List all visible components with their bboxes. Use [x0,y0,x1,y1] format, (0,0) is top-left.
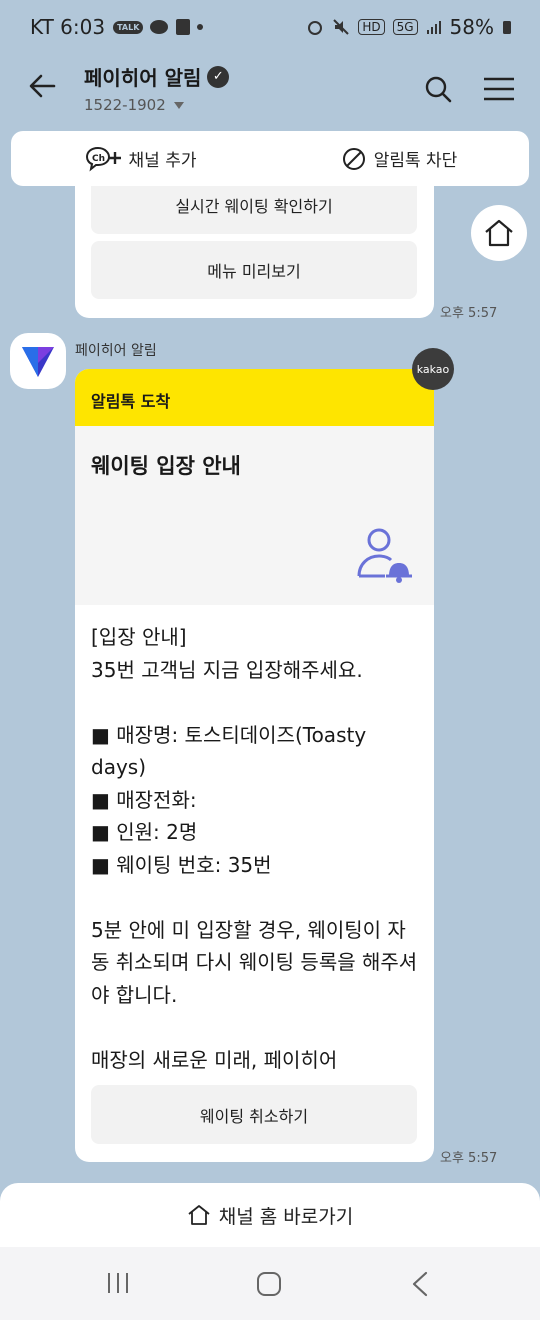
block-alimtalk-label: 알림톡 차단 [373,151,458,171]
channel-add-icon: Ch [85,146,121,171]
recent-apps-icon[interactable] [106,1271,130,1295]
status-left: KT 6:03 TALK [30,15,204,39]
battery-icon [503,21,511,34]
home-floating-button[interactable] [471,205,527,261]
add-channel-label: 채널 추가 [128,151,197,171]
sender-avatar[interactable] [10,333,66,389]
alarm-icon [308,21,323,35]
hd-icon: HD [358,19,385,35]
alimtalk-message-card: 알림톡 도착 웨이팅 입장 안내 [입장 안내] 35번 고객님 지금 입장해주… [75,369,434,1162]
kakao-badge: kakao [412,348,454,390]
channel-action-bar: Ch 채널 추가 알림톡 차단 [11,131,529,186]
b-notification-icon [176,19,191,35]
back-button[interactable] [28,72,56,104]
home-icon [485,219,513,247]
signal-icon [426,21,441,34]
channel-home-label: 채널 홈 바로가기 [218,1205,354,1228]
message-time-2: 오후 5:57 [440,1151,498,1166]
hamburger-menu-icon [484,77,514,101]
channel-home-bar[interactable]: 채널 홈 바로가기 [0,1183,540,1247]
home-nav-icon[interactable] [256,1271,282,1297]
add-channel-button[interactable]: Ch 채널 추가 [11,131,270,186]
block-icon [342,147,365,170]
talk-notification-icon: TALK [113,20,144,34]
system-nav-bar [0,1247,540,1320]
message-body: [입장 안내] 35번 고객님 지금 입장해주세요. ■ 매장명: 토스티데이즈… [91,625,418,1072]
channel-name: 페이히어 알림 [84,66,202,90]
mute-icon [333,19,350,35]
block-alimtalk-button[interactable]: 알림톡 차단 [270,131,529,186]
svg-text:Ch: Ch [92,154,105,164]
card-header: 알림톡 도착 [75,369,434,426]
card-hero: 웨이팅 입장 안내 [75,426,434,605]
phone-number: 1522-1902 [84,96,166,114]
caret-down-icon [173,101,184,109]
home-outline-icon [188,1205,210,1225]
message-time: 오후 5:57 [440,306,498,321]
network-icon: 5G [392,19,418,35]
arrow-left-icon [29,74,56,98]
card-title: 웨이팅 입장 안내 [91,454,241,478]
chat-notification-icon [150,20,169,34]
search-icon [425,76,452,103]
chat-title: 페이히어 알림 ✓ [84,62,230,91]
channel-phone[interactable]: 1522-1902 [84,96,184,114]
more-notifications-dot [197,24,204,30]
carrier-time: KT 6:03 [30,15,106,39]
menu-button[interactable] [483,77,515,105]
verified-badge-icon: ✓ [207,65,230,88]
payhere-logo-icon [22,347,54,377]
status-right: HD 5G 58% [306,15,512,39]
back-nav-icon[interactable] [410,1271,430,1297]
user-bell-icon [357,528,412,583]
menu-preview-button[interactable]: 메뉴 미리보기 [91,241,417,299]
search-button[interactable] [424,75,452,107]
cancel-waiting-button[interactable]: 웨이팅 취소하기 [91,1085,417,1144]
sender-name: 페이히어 알림 [75,343,157,359]
battery-percent: 58% [449,15,494,39]
